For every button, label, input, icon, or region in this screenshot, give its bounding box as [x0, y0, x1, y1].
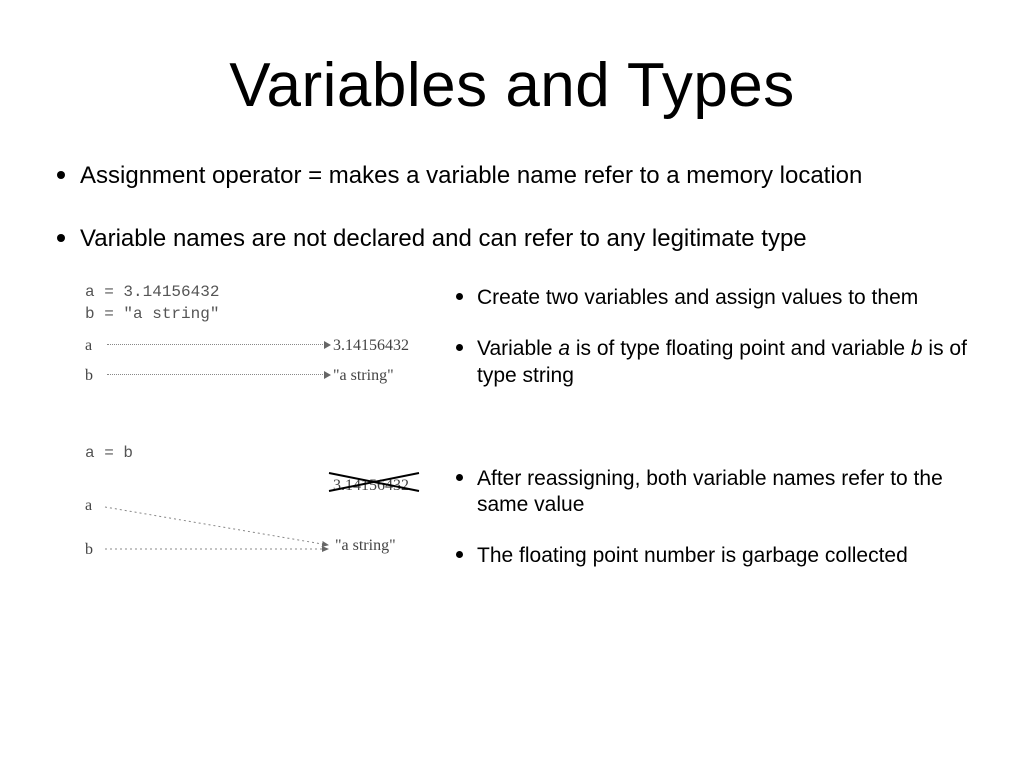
diagram1-row-a: a 3.14156432	[85, 337, 435, 355]
slide: Variables and Types Assignment operator …	[0, 0, 1024, 768]
value-float: 3.14156432	[333, 337, 409, 355]
note-types: Variable a is of type floating point and…	[477, 333, 979, 389]
diagram-column: a = 3.14156432 b = "a string" a 3.141564…	[45, 282, 435, 592]
content-row: a = 3.14156432 b = "a string" a 3.141564…	[45, 282, 979, 592]
spacer	[447, 411, 979, 463]
note-after-reassigning: After reassigning, both variable names r…	[477, 463, 979, 519]
value-float-crossed: 3.14156432	[333, 477, 409, 495]
arrow-icon	[107, 374, 327, 375]
var-a-italic: a	[558, 337, 570, 360]
diagram2-row-a-old: 3.14156432	[85, 477, 435, 495]
var-b-italic: b	[911, 337, 923, 360]
diagram1-code: a = 3.14156432 b = "a string"	[85, 282, 435, 325]
notes-list-top: Create two variables and assign values t…	[447, 282, 979, 389]
bullet-assignment-operator: Assignment operator = makes a variable n…	[80, 156, 979, 191]
code-line: a = 3.14156432	[85, 282, 435, 304]
notes-column: Create two variables and assign values t…	[435, 282, 979, 592]
value-string: "a string"	[335, 537, 396, 555]
bullet-variable-names: Variable names are not declared and can …	[80, 219, 979, 254]
page-title: Variables and Types	[45, 50, 979, 121]
arrow-icon	[107, 344, 327, 345]
note-fragment: is of type floating point and variable	[570, 337, 911, 360]
var-label-b: b	[85, 541, 93, 559]
var-label-b: b	[85, 367, 105, 385]
notes-list-bottom: After reassigning, both variable names r…	[447, 463, 979, 570]
diagram2-pointer-diagram: a b "a string"	[85, 497, 435, 557]
diagram1-row-b: b "a string"	[85, 367, 435, 385]
cross-out-icon	[327, 471, 427, 495]
note-garbage-collected: The floating point number is garbage col…	[477, 540, 979, 569]
var-label-a: a	[85, 497, 92, 515]
code-line: b = "a string"	[85, 304, 435, 326]
diagram2-code: a = b	[85, 443, 435, 465]
note-fragment: Variable	[477, 337, 558, 360]
note-create-two-variables: Create two variables and assign values t…	[477, 282, 979, 311]
main-bullet-list: Assignment operator = makes a variable n…	[45, 156, 979, 254]
spacer	[85, 397, 435, 443]
var-label-a: a	[85, 337, 105, 355]
code-line: a = b	[85, 443, 435, 465]
value-string: "a string"	[333, 367, 394, 385]
arrows-svg	[103, 501, 335, 557]
